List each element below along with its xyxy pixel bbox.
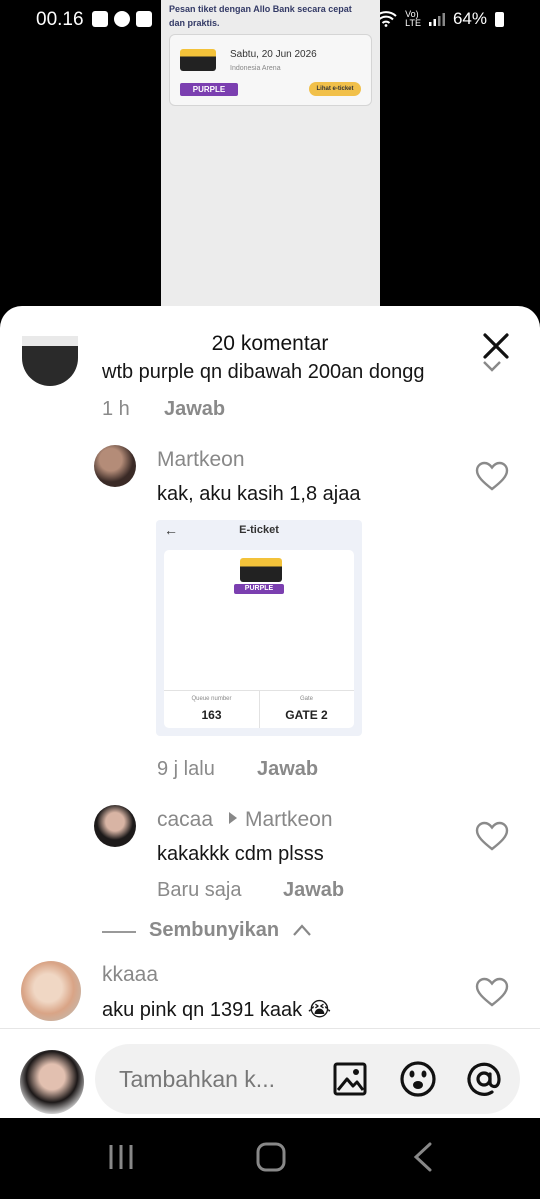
chevron-down-icon[interactable]	[482, 360, 502, 372]
close-icon[interactable]	[480, 330, 512, 362]
battery-icon	[495, 11, 504, 27]
avatar[interactable]	[22, 336, 78, 386]
comment-time: 9 j lalu	[157, 758, 215, 780]
comment-username[interactable]: Martkeon	[157, 448, 245, 472]
comments-sheet: 20 komentar wtb purple qn dibawah 200an …	[0, 306, 540, 1118]
eticket-title: E-ticket	[239, 524, 279, 536]
comment-input-placeholder: Tambahkan k...	[119, 1066, 275, 1092]
preview-eticket-button: Lihat e-ticket	[309, 82, 361, 96]
network-lte: LTE	[405, 18, 421, 28]
gallery-notification-icon	[92, 11, 108, 27]
eticket-card: PURPLE Queue number 163 Gate GATE 2	[164, 550, 354, 728]
hide-replies-button[interactable]: Sembunyikan	[149, 919, 279, 942]
preview-ticket-card: Sabtu, 20 Jun 2026 Indonesia Arena PURPL…	[169, 34, 372, 106]
home-icon[interactable]	[255, 1141, 287, 1173]
comment-time: Baru saja	[157, 879, 242, 901]
gate-value: GATE 2	[285, 708, 328, 722]
comment-text: kak, aku kasih 1,8 ajaa	[157, 483, 361, 505]
eticket-badge: PURPLE	[234, 584, 284, 594]
gate-label: Gate	[299, 696, 313, 702]
preview-badge: PURPLE	[180, 83, 238, 96]
signal-icon	[428, 13, 445, 26]
comment-text: aku pink qn 1391 kaak 😭	[102, 999, 332, 1021]
navigation-bar	[0, 1118, 540, 1199]
preview-date: Sabtu, 20 Jun 2026	[230, 49, 317, 60]
queue-label: Queue number	[191, 696, 232, 702]
checkbox-notification-icon	[136, 11, 152, 27]
comment-username[interactable]: cacaa	[157, 808, 213, 832]
status-time: 00.16	[36, 9, 84, 30]
chevron-up-icon[interactable]	[292, 923, 312, 937]
reply-arrow-icon	[229, 812, 237, 824]
heart-icon[interactable]	[475, 977, 509, 1007]
battery-level: 64%	[452, 9, 487, 28]
sheet-title: 20 komentar	[211, 332, 329, 355]
heart-icon[interactable]	[475, 821, 509, 851]
comment-time: 1 h	[102, 398, 130, 420]
recent-apps-icon[interactable]	[106, 1142, 136, 1172]
comment-input[interactable]: Tambahkan k...	[95, 1044, 520, 1114]
comment-username[interactable]: kkaaa	[102, 963, 158, 987]
preview-venue: Indonesia Arena	[230, 65, 281, 72]
divider	[102, 931, 136, 933]
user-avatar[interactable]	[20, 1050, 84, 1114]
avatar[interactable]	[94, 445, 136, 487]
video-preview[interactable]: Pesan tiket dengan Allo Bank secara cepa…	[161, 0, 380, 310]
comment-text: wtb purple qn dibawah 200an dongg	[102, 361, 425, 383]
comment-image-eticket[interactable]: ← E-ticket PURPLE Queue number 163 Gate …	[156, 520, 362, 736]
preview-text: Pesan tiket dengan Allo Bank secara cepa…	[169, 4, 352, 28]
mention-icon[interactable]	[465, 1060, 503, 1098]
status-notification-icons	[92, 11, 152, 27]
comment-text: kakakkk cdm plsss	[157, 843, 324, 865]
image-icon[interactable]	[331, 1060, 369, 1098]
heart-icon[interactable]	[475, 461, 509, 491]
network-type: Vo) LTE	[405, 10, 421, 28]
dnd-icon	[114, 11, 130, 27]
back-icon[interactable]	[410, 1141, 436, 1173]
festival-logo	[240, 558, 282, 582]
reply-button[interactable]: Jawab	[164, 398, 225, 421]
emoji-icon[interactable]	[399, 1060, 437, 1098]
comment-input-bar: Tambahkan k...	[0, 1028, 540, 1118]
reply-button[interactable]: Jawab	[283, 879, 344, 902]
reply-button[interactable]: Jawab	[257, 758, 318, 781]
reply-to-username[interactable]: Martkeon	[245, 808, 333, 832]
festival-logo	[180, 49, 216, 71]
avatar[interactable]	[94, 805, 136, 847]
avatar[interactable]	[21, 961, 81, 1021]
queue-value: 163	[201, 708, 222, 722]
